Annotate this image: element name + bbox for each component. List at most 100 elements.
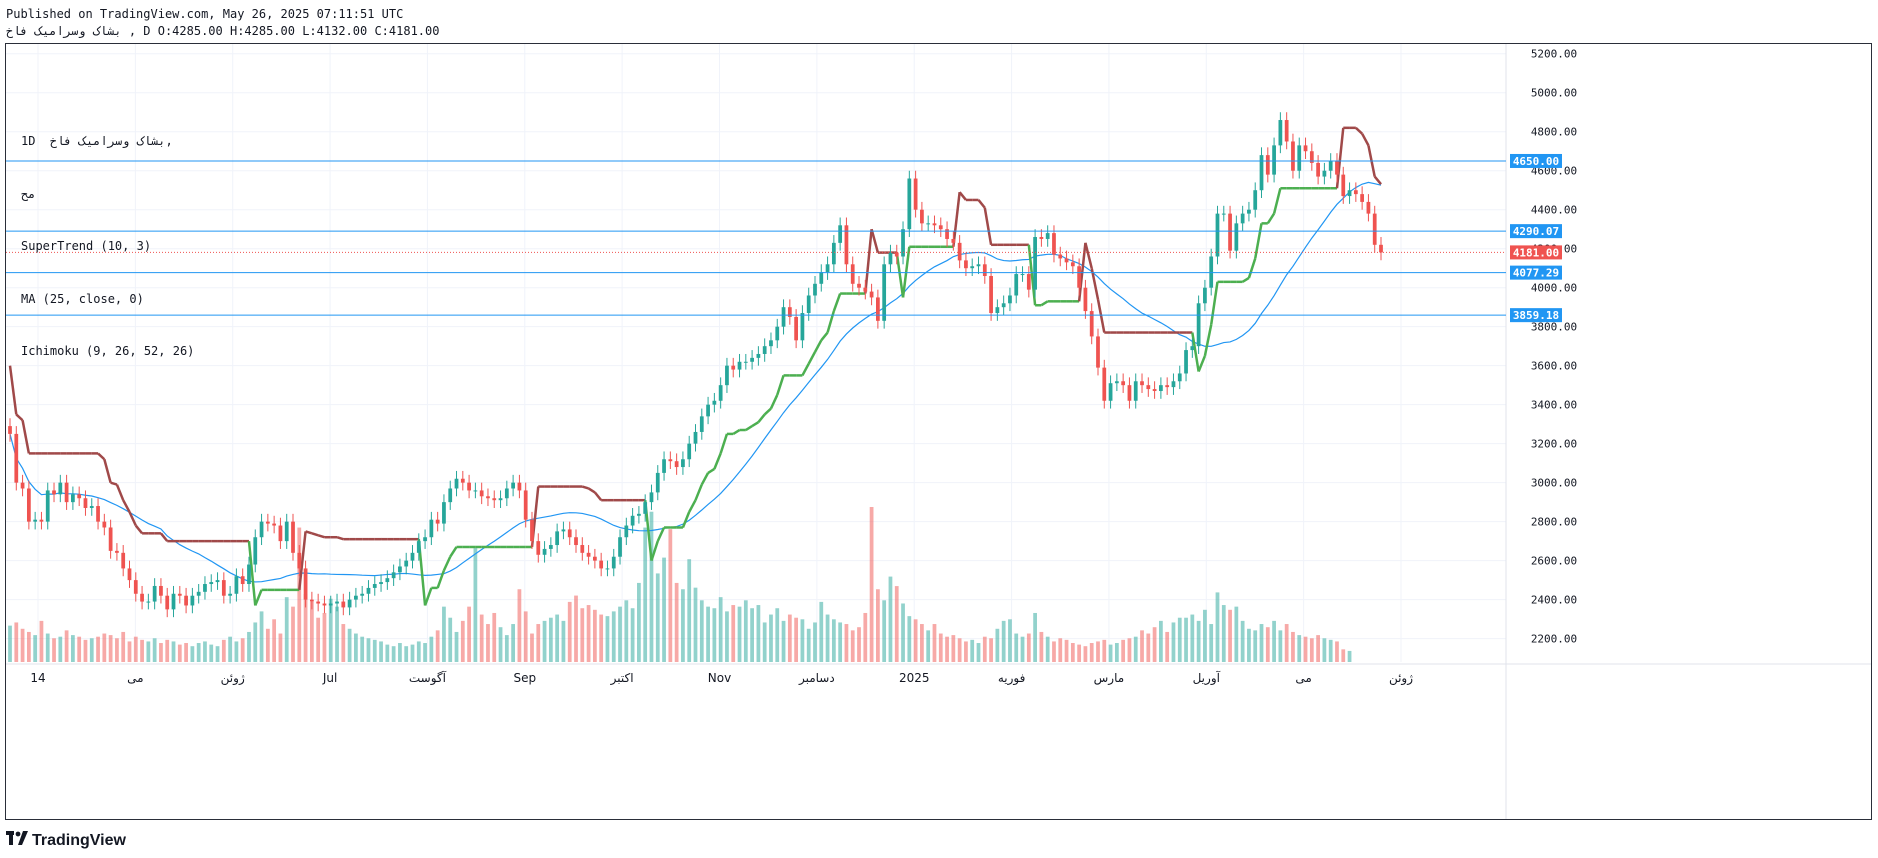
volume-bar [1203, 609, 1207, 662]
volume-bar [385, 644, 390, 662]
volume-bar [272, 619, 277, 662]
supertrend-segment [587, 487, 596, 494]
legend-symbol[interactable]: 1D بشاک وسرامیک فاخ, [21, 133, 194, 151]
volume-bar [102, 633, 107, 662]
candle-body [240, 576, 245, 585]
volume-bar [1146, 633, 1151, 662]
candle-body [423, 537, 427, 542]
volume-bar [404, 646, 409, 662]
legend-ichimoku[interactable]: Ichimoku (9, 26, 52, 26) [21, 343, 194, 361]
volume-bar [548, 617, 553, 662]
supertrend-segment [1241, 276, 1250, 283]
supertrend-segment [1361, 133, 1370, 146]
candle-body [637, 513, 641, 516]
x-tick-label: 2025 [899, 671, 930, 685]
candle-body [467, 482, 471, 491]
volume-bar [184, 643, 188, 662]
volume-bar [1165, 631, 1170, 662]
candle-body [1316, 162, 1320, 177]
price-chart[interactable]: 5200.005000.004800.004600.004400.004200.… [6, 44, 1871, 819]
candle-body [278, 525, 283, 542]
candle-body [1121, 381, 1126, 386]
volume-bar [1297, 635, 1302, 662]
volume-bar [410, 644, 415, 662]
candle-body [743, 361, 748, 363]
candle-body [586, 552, 591, 557]
candle-body [152, 585, 157, 602]
supertrend-segment [745, 425, 753, 432]
volume-bar [743, 600, 748, 662]
volume-bar [1058, 638, 1063, 662]
volume-bar [831, 619, 836, 662]
candle-body [89, 506, 94, 508]
indicator-legend: 1D بشاک وسرامیک فاخ, مح SuperTrend (10, … [21, 98, 194, 396]
candle-body [731, 365, 736, 370]
candle-body [718, 385, 723, 401]
chart-frame[interactable]: 5200.005000.004800.004600.004400.004200.… [5, 43, 1872, 820]
candle-body [121, 552, 126, 569]
candle-body [460, 478, 465, 483]
candle-body [857, 283, 861, 288]
legend-ma[interactable]: MA (25, close, 0) [21, 291, 194, 309]
candle-body [970, 266, 975, 269]
candle-body [1077, 266, 1082, 288]
candle-body [165, 595, 170, 610]
volume-bar [45, 633, 50, 662]
volume-bar [1152, 627, 1157, 662]
candle-body [542, 548, 547, 555]
candle-body [77, 494, 82, 499]
supertrend-segment [1096, 299, 1106, 333]
supertrend-segment [442, 556, 452, 571]
volume-bar [454, 631, 459, 662]
candle-body [272, 523, 277, 526]
y-tick-label: 3600.00 [1531, 360, 1577, 373]
candle-body [1039, 237, 1044, 239]
candle-body [813, 283, 817, 296]
legend-symbol-sub: مح [21, 186, 36, 201]
tradingview-brand[interactable]: TradingView [6, 831, 126, 850]
volume-bar [945, 636, 949, 662]
candle-body [1259, 155, 1264, 191]
supertrend-segment [895, 252, 905, 298]
volume-bar [146, 641, 151, 662]
volume-bar [693, 587, 698, 662]
volume-bar [228, 636, 232, 662]
volume-bar [1020, 636, 1025, 662]
supertrend-segment [832, 293, 842, 312]
candle-body [133, 580, 138, 594]
volume-bar [14, 622, 19, 662]
volume-bar [1234, 606, 1239, 662]
y-tick-label: 4000.00 [1531, 282, 1577, 295]
volume-bar [819, 601, 824, 662]
candle-body [530, 519, 534, 542]
candle-body [410, 552, 415, 561]
legend-supertrend[interactable]: SuperTrend (10, 3) [21, 238, 194, 256]
volume-bar [366, 638, 371, 662]
candle-body [611, 556, 616, 569]
candle-body [1033, 237, 1037, 290]
x-tick-label: 14 [30, 671, 45, 685]
candle-body [354, 595, 358, 600]
volume-bar [706, 606, 710, 662]
volume-bar [718, 597, 723, 662]
volume-bar [291, 606, 295, 662]
volume-bar [592, 609, 597, 662]
candle-body [1228, 213, 1232, 251]
candle-body [1379, 244, 1383, 253]
supertrend-segment [15, 413, 24, 422]
volume-bar [253, 622, 258, 662]
volume-bar [467, 606, 471, 662]
volume-bar [806, 628, 811, 662]
candle-body [190, 595, 195, 606]
candle-body [1372, 213, 1377, 245]
volume-bar [1096, 641, 1100, 662]
volume-bar [920, 624, 924, 662]
volume-bar [982, 636, 987, 662]
candle-body [888, 252, 893, 265]
candle-body [649, 492, 654, 503]
volume-bar [1052, 641, 1056, 662]
candle-body [989, 275, 993, 314]
candle-body [976, 264, 981, 267]
candle-body [203, 584, 207, 592]
candle-body [863, 287, 868, 292]
